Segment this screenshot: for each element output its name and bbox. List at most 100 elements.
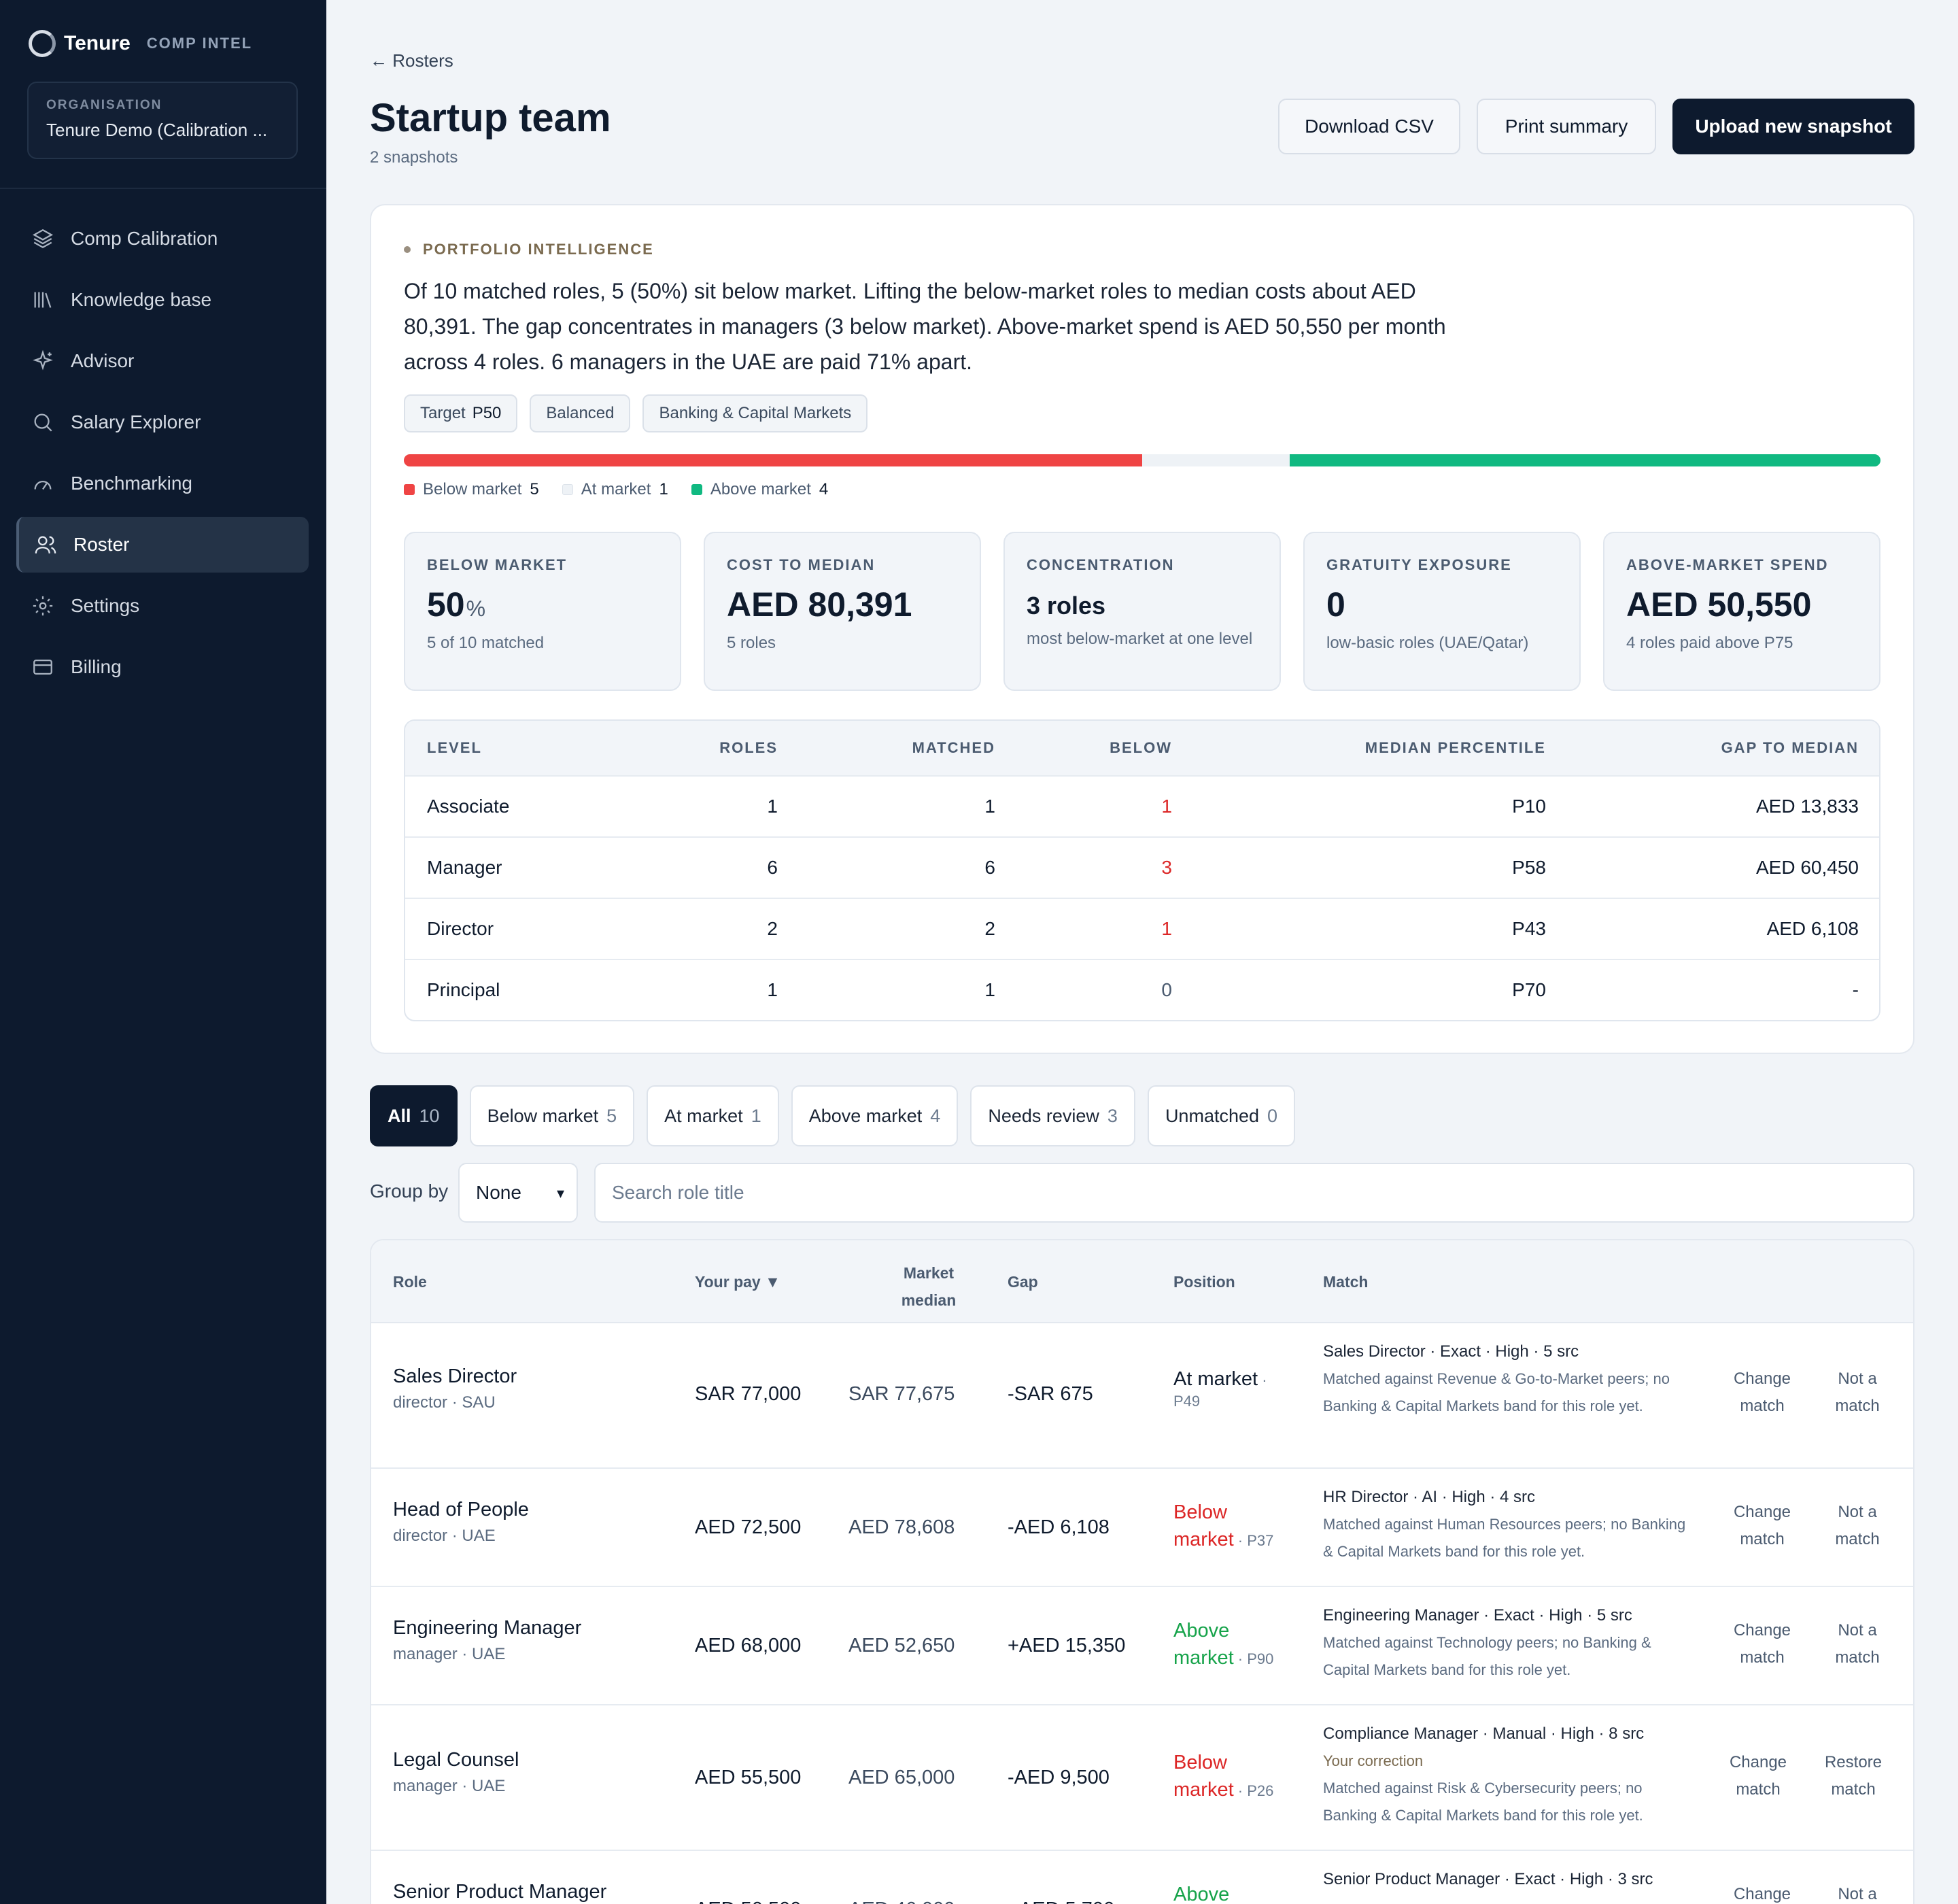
tab-count: 1	[751, 1105, 761, 1126]
column-header-role[interactable]: Role	[393, 1273, 427, 1291]
change-match-button[interactable]: Change match	[1715, 1365, 1810, 1420]
correction-badge: Your correction	[1323, 1752, 1424, 1769]
column-header[interactable]: LEVEL	[405, 739, 677, 757]
column-header[interactable]: GAP TO MEDIAN	[1546, 739, 1859, 757]
sidebar-nav: Comp Calibration Knowledge base Advisor …	[16, 211, 309, 700]
button-line: Change	[1733, 1503, 1791, 1521]
change-match-button[interactable]: Change	[1715, 1881, 1810, 1904]
tab-all[interactable]: All 10	[370, 1085, 458, 1146]
sidebar-item-comp-calibration[interactable]: Comp Calibration	[16, 211, 309, 267]
stat-note: 5 roles	[727, 634, 776, 652]
tab-below-market[interactable]: Below market 5	[469, 1085, 635, 1146]
sidebar-item-salary-explorer[interactable]: Salary Explorer	[16, 394, 309, 450]
group-by-select[interactable]: None ▾	[458, 1163, 578, 1223]
stat-cards: BELOW MARKET 50% 5 of 10 matched COST TO…	[404, 532, 1880, 691]
layers-icon	[32, 228, 54, 249]
upload-snapshot-button[interactable]: Upload new snapshot	[1672, 99, 1914, 154]
stat-value: AED 50,550	[1626, 585, 1812, 624]
restore-match-button[interactable]: Restore match	[1806, 1749, 1901, 1803]
print-summary-button[interactable]: Print summary	[1477, 99, 1656, 154]
position-separator: ·	[1233, 1650, 1248, 1667]
column-header[interactable]: MEDIAN PERCENTILE	[1172, 739, 1546, 757]
sidebar-item-knowledge-base[interactable]: Knowledge base	[16, 272, 309, 328]
level-cell: Manager	[427, 857, 502, 878]
table-row[interactable]: Sales Director director · SAU SAR 77,000…	[371, 1323, 1913, 1469]
tab-label: All	[388, 1105, 411, 1126]
column-header[interactable]: ROLES	[677, 739, 778, 757]
button-line: match	[1835, 1648, 1880, 1667]
match-summary: Senior Product Manager · Exact · High · …	[1323, 1870, 1653, 1888]
role-cell: Sales Director director · SAU	[393, 1365, 517, 1412]
table-row[interactable]: Head of People director · UAE AED 72,500…	[371, 1469, 1913, 1587]
sidebar-item-label: Comp Calibration	[71, 228, 218, 249]
position-label: market	[1173, 1779, 1234, 1801]
column-header-your-pay[interactable]: Your pay ▼	[695, 1273, 780, 1291]
not-a-match-button[interactable]: Not a match	[1810, 1499, 1905, 1553]
change-match-button[interactable]: Change match	[1715, 1499, 1810, 1553]
sidebar-item-roster[interactable]: Roster	[16, 517, 309, 573]
table-row[interactable]: Senior Product Manager AED 50,500 AED 46…	[371, 1851, 1913, 1904]
change-match-button[interactable]: Change match	[1711, 1749, 1806, 1803]
your-pay-cell: AED 50,500	[695, 1899, 801, 1904]
match-cell: Engineering Manager · Exact · High · 5 s…	[1323, 1602, 1690, 1684]
gap-cell: -	[1852, 979, 1859, 1000]
stat-card-concentration: CONCENTRATION 3 roles most below-market …	[1003, 532, 1281, 691]
button-line: Not a	[1838, 1621, 1877, 1639]
sidebar-item-settings[interactable]: Settings	[16, 578, 309, 634]
brand[interactable]: Tenure COMP INTEL	[29, 30, 252, 57]
gap-cell: AED 60,450	[1756, 857, 1859, 878]
back-to-rosters-link[interactable]: ← Rosters	[370, 50, 453, 71]
change-match-button[interactable]: Change match	[1715, 1617, 1810, 1671]
table-row[interactable]: Associate 1 1 1 P10 AED 13,833	[405, 775, 1879, 836]
tab-label: Needs review	[988, 1105, 1099, 1126]
tab-above-market[interactable]: Above market 4	[791, 1085, 959, 1146]
download-csv-button[interactable]: Download CSV	[1278, 99, 1460, 154]
match-note: Matched against Risk & Cybersecurity pee…	[1323, 1780, 1643, 1824]
role-meta: director · SAU	[393, 1393, 496, 1412]
table-row[interactable]: Manager 6 6 3 P58 AED 60,450	[405, 836, 1879, 898]
tab-unmatched[interactable]: Unmatched 0	[1147, 1085, 1296, 1146]
level-cell: Director	[427, 918, 494, 939]
column-header-market-median[interactable]: Market median	[874, 1259, 983, 1314]
position-label: Above	[1173, 1884, 1230, 1904]
position-separator: ·	[1233, 1782, 1248, 1799]
group-by-label: Group by	[370, 1180, 449, 1202]
sidebar-divider	[0, 188, 326, 189]
column-header-position[interactable]: Position	[1173, 1273, 1235, 1291]
table-row[interactable]: Legal Counsel manager · UAE AED 55,500 A…	[371, 1705, 1913, 1851]
position-label: At market	[1173, 1368, 1258, 1390]
market-median-cell: AED 78,608	[848, 1516, 955, 1538]
sidebar-item-advisor[interactable]: Advisor	[16, 333, 309, 389]
button-line: match	[1831, 1780, 1876, 1799]
not-a-match-button[interactable]: Not a match	[1810, 1617, 1905, 1671]
not-a-match-button[interactable]: Not a match	[1810, 1365, 1905, 1420]
column-header-match[interactable]: Match	[1323, 1273, 1368, 1291]
market-median-cell: SAR 77,675	[848, 1383, 955, 1405]
sidebar-item-billing[interactable]: Billing	[16, 639, 309, 695]
role-search-input[interactable]	[594, 1163, 1914, 1223]
header-line: Market	[903, 1264, 955, 1282]
table-row[interactable]: Director 2 2 1 P43 AED 6,108	[405, 898, 1879, 959]
tab-count: 3	[1107, 1105, 1118, 1126]
organisation-switcher[interactable]: ORGANISATION Tenure Demo (Calibration ..…	[27, 82, 298, 159]
column-header[interactable]: MATCHED	[778, 739, 995, 757]
sidebar-item-label: Advisor	[71, 350, 135, 371]
not-a-match-button[interactable]: Not a	[1810, 1881, 1905, 1904]
stat-note: low-basic roles (UAE/Qatar)	[1326, 634, 1529, 652]
role-cell: Engineering Manager manager · UAE	[393, 1617, 581, 1664]
chip-value: P50	[472, 404, 502, 422]
match-cell: Sales Director · Exact · High · 5 src Ma…	[1323, 1338, 1690, 1420]
sidebar-item-benchmarking[interactable]: Benchmarking	[16, 456, 309, 511]
position-cell: Above market · P90	[1173, 1617, 1296, 1671]
column-header[interactable]: BELOW	[995, 739, 1172, 757]
your-pay-cell: AED 55,500	[695, 1767, 802, 1788]
column-header-gap[interactable]: Gap	[1008, 1273, 1038, 1291]
tenure-logo-icon	[29, 30, 56, 57]
level-cell: Principal	[427, 979, 500, 1000]
table-row[interactable]: Principal 1 1 0 P70 -	[405, 959, 1879, 1020]
roles-cell: 2	[767, 918, 778, 939]
tab-needs-review[interactable]: Needs review 3	[970, 1085, 1135, 1146]
sidebar-item-label: Settings	[71, 595, 140, 616]
table-row[interactable]: Engineering Manager manager · UAE AED 68…	[371, 1587, 1913, 1705]
tab-at-market[interactable]: At market 1	[647, 1085, 779, 1146]
